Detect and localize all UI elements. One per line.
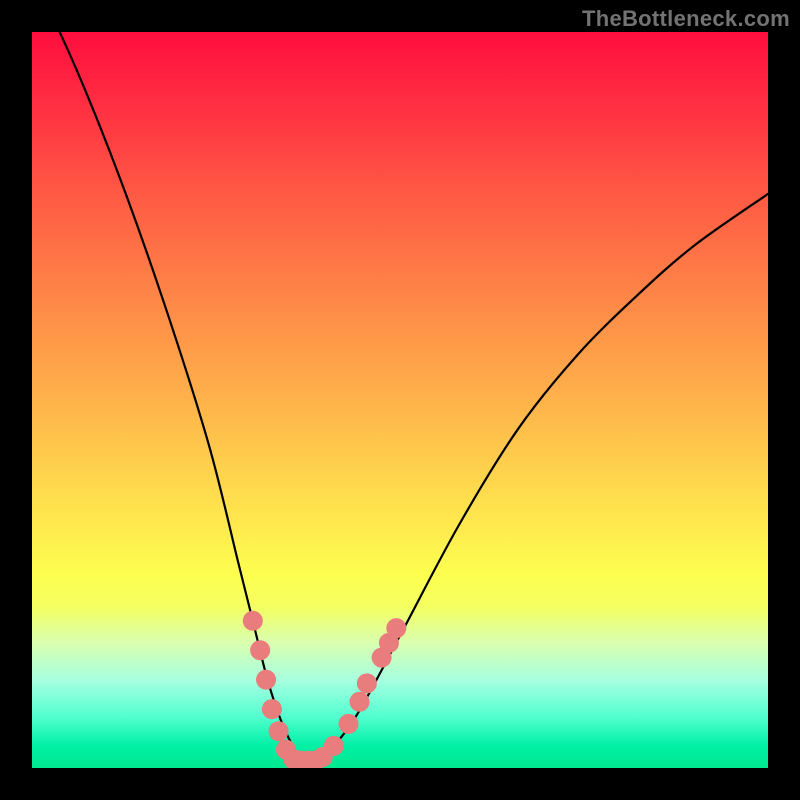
curve-marker [262, 699, 282, 719]
curve-marker [357, 673, 377, 693]
curve-marker [386, 618, 406, 638]
curve-marker [250, 640, 270, 660]
curve-markers [243, 611, 407, 768]
bottleneck-curve [32, 32, 768, 762]
curve-marker [256, 670, 276, 690]
chart-frame: TheBottleneck.com [0, 0, 800, 800]
watermark-text: TheBottleneck.com [582, 6, 790, 32]
curve-marker [350, 692, 370, 712]
bottleneck-curve-svg [32, 32, 768, 768]
curve-marker [269, 721, 289, 741]
curve-marker [243, 611, 263, 631]
curve-marker [324, 736, 344, 756]
curve-marker [338, 714, 358, 734]
plot-area [32, 32, 768, 768]
